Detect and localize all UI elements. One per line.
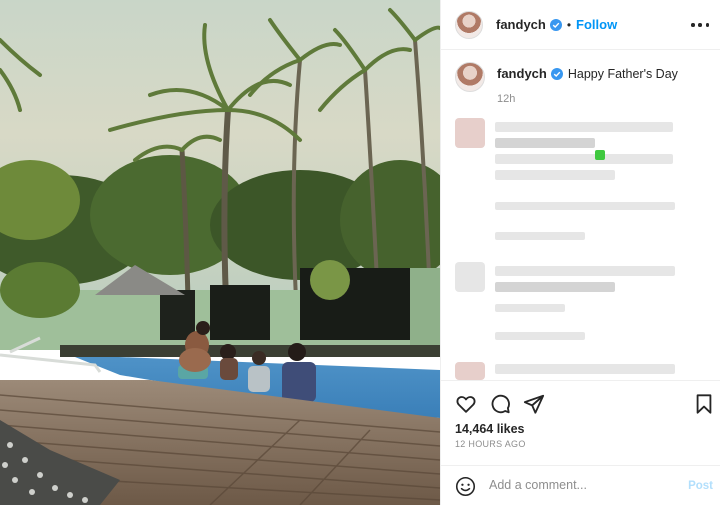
- caption-timestamp: 12h: [497, 93, 516, 105]
- avatar[interactable]: [455, 10, 483, 39]
- blurred-comment-line: [495, 122, 673, 132]
- post-photo[interactable]: [0, 0, 440, 505]
- blurred-comment-meta: [495, 332, 585, 340]
- post-actions: 14,464 likes 12 HOURS AGO Post: [441, 380, 720, 505]
- follow-button[interactable]: Follow: [576, 17, 617, 32]
- blurred-comment-meta: [495, 304, 565, 312]
- comments-list-blurred: [441, 112, 720, 380]
- verified-badge-icon: [549, 18, 562, 31]
- blurred-comment-meta: [495, 232, 585, 240]
- post-timestamp: 12 HOURS AGO: [455, 439, 526, 449]
- blurred-comment-line: [495, 282, 615, 292]
- bookmark-icon[interactable]: [693, 393, 715, 415]
- post-caption: fandych Happy Father's Day 12h: [455, 62, 711, 105]
- likes-count[interactable]: 14,464 likes: [455, 422, 525, 436]
- blurred-comment-meta: [495, 202, 675, 210]
- emoji-icon[interactable]: [455, 476, 476, 497]
- caption-username-link[interactable]: fandych: [497, 66, 547, 81]
- post-header: fandych • Follow: [441, 0, 720, 50]
- post-comment-button[interactable]: Post: [688, 480, 713, 492]
- verified-badge-icon: [550, 67, 563, 80]
- post-side-panel: fandych • Follow fandych Happy Father's …: [440, 0, 720, 505]
- blurred-comment-line: [495, 138, 595, 148]
- more-options-icon[interactable]: [691, 16, 709, 34]
- heart-icon[interactable]: [455, 393, 477, 415]
- blurred-emoji: [595, 150, 605, 160]
- blurred-comment-line: [495, 154, 673, 164]
- share-icon[interactable]: [523, 393, 545, 415]
- post-photo-illustration: [0, 0, 440, 505]
- blurred-avatar: [455, 262, 485, 292]
- username-link[interactable]: fandych: [496, 17, 546, 32]
- blurred-comment-line: [495, 266, 675, 276]
- blurred-avatar: [455, 362, 485, 380]
- separator-dot: •: [566, 17, 572, 32]
- blurred-comment-line: [495, 364, 675, 374]
- comment-input[interactable]: [489, 478, 674, 492]
- caption-text: Happy Father's Day: [567, 66, 678, 81]
- blurred-avatar: [455, 118, 485, 148]
- comment-bar: Post: [441, 465, 720, 505]
- comment-icon[interactable]: [489, 393, 511, 415]
- caption-avatar[interactable]: [455, 62, 485, 92]
- blurred-comment-line: [495, 170, 615, 180]
